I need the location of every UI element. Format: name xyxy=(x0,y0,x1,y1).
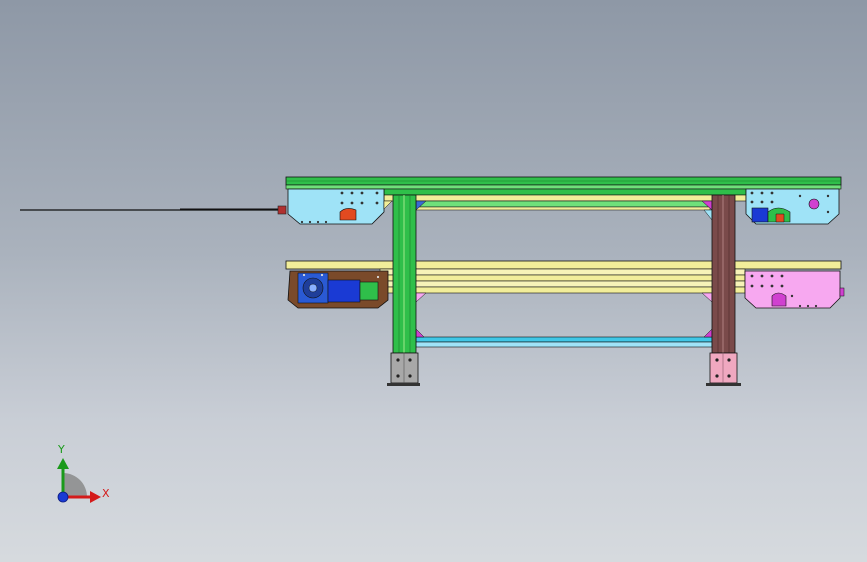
y-axis-label: Y xyxy=(58,443,65,456)
right-middle-head-plate xyxy=(744,270,845,309)
lower-cross-rail xyxy=(415,328,713,348)
left-top-head-plate xyxy=(287,188,385,225)
cad-viewport[interactable]: Y X xyxy=(0,0,867,562)
conveyor-assembly-drawing xyxy=(20,176,845,503)
coordinate-triad xyxy=(57,458,101,503)
upper-inner-rail xyxy=(383,194,747,211)
gear-motor xyxy=(287,270,389,309)
drive-shaft xyxy=(20,205,287,215)
x-axis-label: X xyxy=(102,487,110,500)
middle-gussets xyxy=(415,292,713,303)
right-top-head-plate xyxy=(745,188,840,225)
